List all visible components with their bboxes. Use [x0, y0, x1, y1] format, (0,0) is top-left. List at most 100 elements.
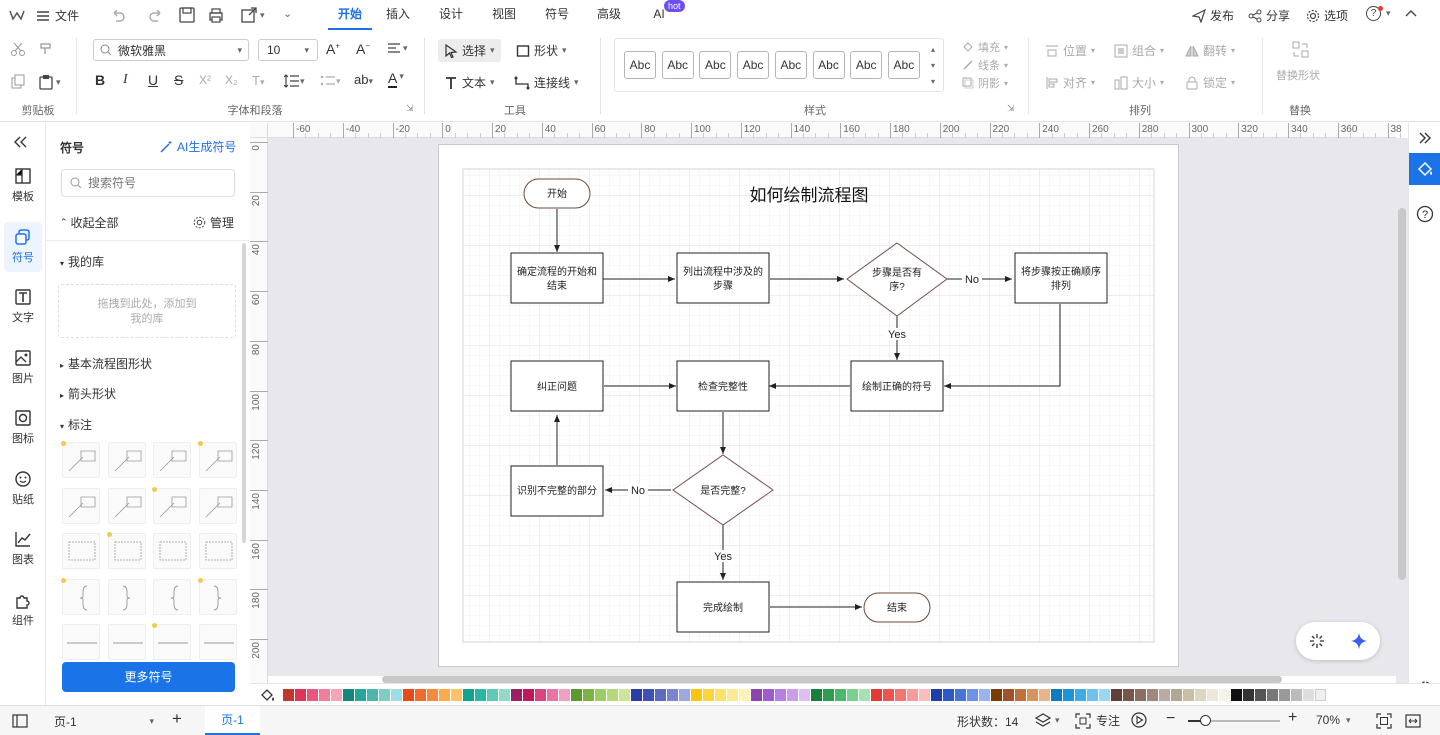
process-order-steps[interactable] [1014, 252, 1108, 304]
color-swatch[interactable] [1315, 689, 1326, 701]
nav-item-component[interactable]: 组件 [0, 591, 46, 628]
superscript-button[interactable]: X² [199, 73, 211, 87]
color-swatch[interactable] [991, 689, 1002, 701]
tab-design[interactable]: 设计 [424, 0, 478, 30]
text-case-button[interactable]: ab▾ [354, 72, 373, 87]
color-swatch[interactable] [979, 689, 990, 701]
color-swatch[interactable] [1003, 689, 1014, 701]
zoom-out-button[interactable]: − [1166, 710, 1175, 728]
text-tool-button[interactable]: 文本 ▾ [444, 74, 495, 91]
style-preset-6[interactable]: Abc [812, 51, 845, 79]
color-swatch[interactable] [727, 689, 738, 701]
color-swatch[interactable] [1087, 689, 1098, 701]
color-swatch[interactable] [1099, 689, 1110, 701]
style-preset-8[interactable]: Abc [887, 51, 920, 79]
play-icon[interactable] [1131, 712, 1147, 728]
color-swatch[interactable] [1195, 689, 1206, 701]
print-icon[interactable] [207, 6, 225, 24]
color-swatch[interactable] [751, 689, 762, 701]
fullscreen-icon[interactable] [1405, 713, 1421, 729]
annotation-symbol[interactable] [198, 487, 237, 524]
color-swatch[interactable] [1075, 689, 1086, 701]
color-swatch[interactable] [739, 689, 750, 701]
color-swatch[interactable] [1171, 689, 1182, 701]
share-button[interactable]: 分享 [1248, 7, 1290, 24]
strikethrough-button[interactable]: S [174, 72, 183, 88]
page-layout-icon[interactable] [12, 714, 28, 728]
style-preset-2[interactable]: Abc [661, 51, 694, 79]
color-swatch[interactable] [331, 689, 342, 701]
font-size-select[interactable]: 10 ▾ [258, 39, 318, 61]
color-swatch[interactable] [1255, 689, 1266, 701]
color-swatch[interactable] [439, 689, 450, 701]
style-preset-5[interactable]: Abc [774, 51, 807, 79]
tab-home[interactable]: 开始 [328, 0, 372, 30]
color-swatch[interactable] [1183, 689, 1194, 701]
color-swatch[interactable] [607, 689, 618, 701]
line-spacing-button[interactable]: ▾ [284, 74, 305, 88]
style-gallery-scroll[interactable]: ▴ ▾ ▾ [931, 42, 935, 90]
annotation-section[interactable]: ▾ 标注 [60, 416, 92, 433]
color-swatch[interactable] [1279, 689, 1290, 701]
nav-item-sticker[interactable]: 贴纸 [0, 470, 46, 507]
color-swatch[interactable] [1123, 689, 1134, 701]
fill-color-picker-icon[interactable] [260, 688, 276, 702]
color-swatch[interactable] [403, 689, 414, 701]
color-swatch[interactable] [1027, 689, 1038, 701]
align-button[interactable]: 对齐 ▾ [1045, 74, 1095, 91]
color-swatch[interactable] [1147, 689, 1158, 701]
more-quick-actions-icon[interactable]: ⌄ [283, 7, 292, 20]
color-swatch[interactable] [427, 689, 438, 701]
annotation-symbol[interactable] [107, 578, 146, 615]
color-swatch[interactable] [787, 689, 798, 701]
connector-tool-button[interactable]: 连接线 ▾ [514, 74, 579, 91]
fit-to-window-icon[interactable] [1376, 713, 1392, 729]
collapse-panel-icon[interactable] [12, 135, 28, 149]
publish-button[interactable]: 发布 [1192, 7, 1234, 24]
export-button[interactable]: ▾ [240, 6, 265, 24]
nav-item-icon-library[interactable]: 图标 [0, 409, 46, 446]
expand-panel-icon[interactable] [1418, 131, 1432, 145]
annotation-symbol[interactable] [153, 578, 191, 615]
color-swatch[interactable] [1051, 689, 1062, 701]
more-symbols-button[interactable]: 更多符号 [62, 662, 235, 692]
color-swatch[interactable] [523, 689, 534, 701]
annotation-symbol[interactable] [62, 487, 100, 524]
text-style-button[interactable]: T▾ [252, 73, 264, 88]
select-tool-button[interactable]: 选择 ▾ [438, 39, 501, 62]
file-menu-button[interactable]: 文件 [36, 7, 79, 24]
shape-tool-button[interactable]: 形状 ▾ [516, 42, 567, 59]
color-swatch[interactable] [463, 689, 474, 701]
color-swatch[interactable] [943, 689, 954, 701]
cut-icon[interactable] [10, 41, 26, 57]
style-preset-7[interactable]: Abc [850, 51, 883, 79]
annotation-symbol[interactable] [152, 623, 191, 660]
color-swatch[interactable] [583, 689, 594, 701]
color-swatch[interactable] [667, 689, 678, 701]
color-swatch[interactable] [631, 689, 642, 701]
nav-item-chart[interactable]: 图表 [0, 530, 46, 567]
zoom-in-button[interactable]: + [1288, 709, 1297, 727]
color-swatch[interactable] [895, 689, 906, 701]
lock-button[interactable]: 锁定 ▾ [1185, 74, 1235, 91]
color-swatch[interactable] [1267, 689, 1278, 701]
annotation-symbol[interactable] [61, 577, 100, 615]
increase-font-icon[interactable]: A+ [326, 41, 340, 57]
tab-view[interactable]: 视图 [478, 0, 530, 30]
vertical-scrollbar-thumb[interactable] [1398, 208, 1406, 580]
underline-button[interactable]: U [148, 72, 158, 88]
my-library-section[interactable]: ▾ 我的库 [60, 253, 104, 270]
tab-insert[interactable]: 插入 [372, 0, 424, 30]
manage-button[interactable]: 管理 [193, 214, 234, 231]
annotation-symbol[interactable] [153, 533, 191, 569]
process-define-start-end[interactable] [510, 252, 604, 304]
color-swatch[interactable] [1303, 689, 1314, 701]
color-swatch[interactable] [775, 689, 786, 701]
save-icon[interactable] [178, 6, 196, 24]
color-swatch[interactable] [1159, 689, 1170, 701]
style-dialog-launcher-icon[interactable]: ⇲ [1007, 103, 1015, 114]
font-family-select[interactable]: 微软雅黑 ▾ [93, 39, 249, 61]
nav-item-symbol[interactable]: 符号 [0, 221, 46, 272]
color-swatch[interactable] [391, 689, 402, 701]
font-dialog-launcher-icon[interactable]: ⇲ [406, 103, 414, 114]
